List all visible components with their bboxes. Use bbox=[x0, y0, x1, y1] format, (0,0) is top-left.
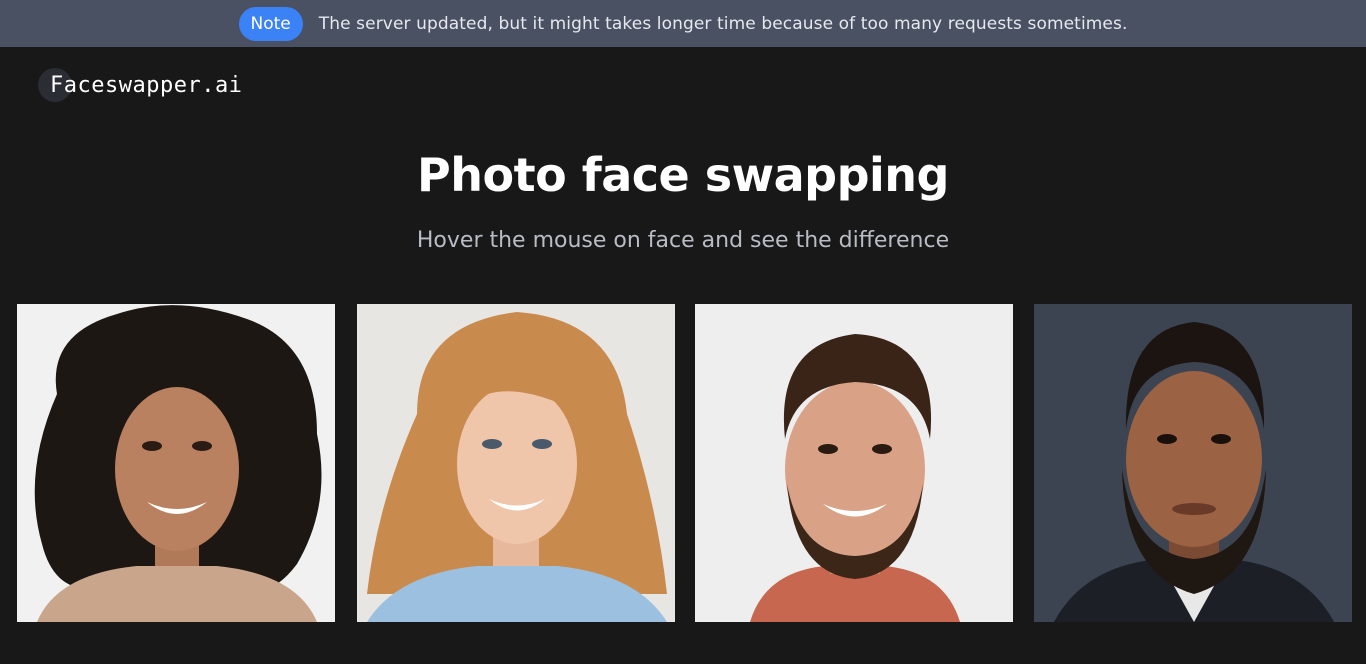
woman-blonde-hair-portrait-image bbox=[357, 304, 675, 622]
face-gallery bbox=[0, 304, 1366, 622]
face-photo-4[interactable] bbox=[1034, 304, 1352, 622]
face-photo-2[interactable] bbox=[357, 304, 675, 622]
man-smiling-beard-portrait-image bbox=[695, 304, 1013, 622]
page-subtitle: Hover the mouse on face and see the diff… bbox=[416, 228, 950, 253]
notice-text: The server updated, but it might takes l… bbox=[318, 13, 1128, 34]
face-photo-1[interactable] bbox=[17, 304, 335, 622]
face-photo-3[interactable] bbox=[695, 304, 1013, 622]
man-beard-dark-background-portrait-image bbox=[1034, 304, 1352, 622]
brand-logo[interactable]: Faceswapper.ai bbox=[38, 68, 242, 102]
notice-banner: Note The server updated, but it might ta… bbox=[0, 0, 1366, 47]
page-title: Photo face swapping bbox=[417, 148, 949, 202]
woman-curly-hair-portrait-image bbox=[17, 304, 335, 622]
note-badge: Note bbox=[238, 6, 303, 41]
brand-name: Faceswapper.ai bbox=[50, 72, 243, 98]
